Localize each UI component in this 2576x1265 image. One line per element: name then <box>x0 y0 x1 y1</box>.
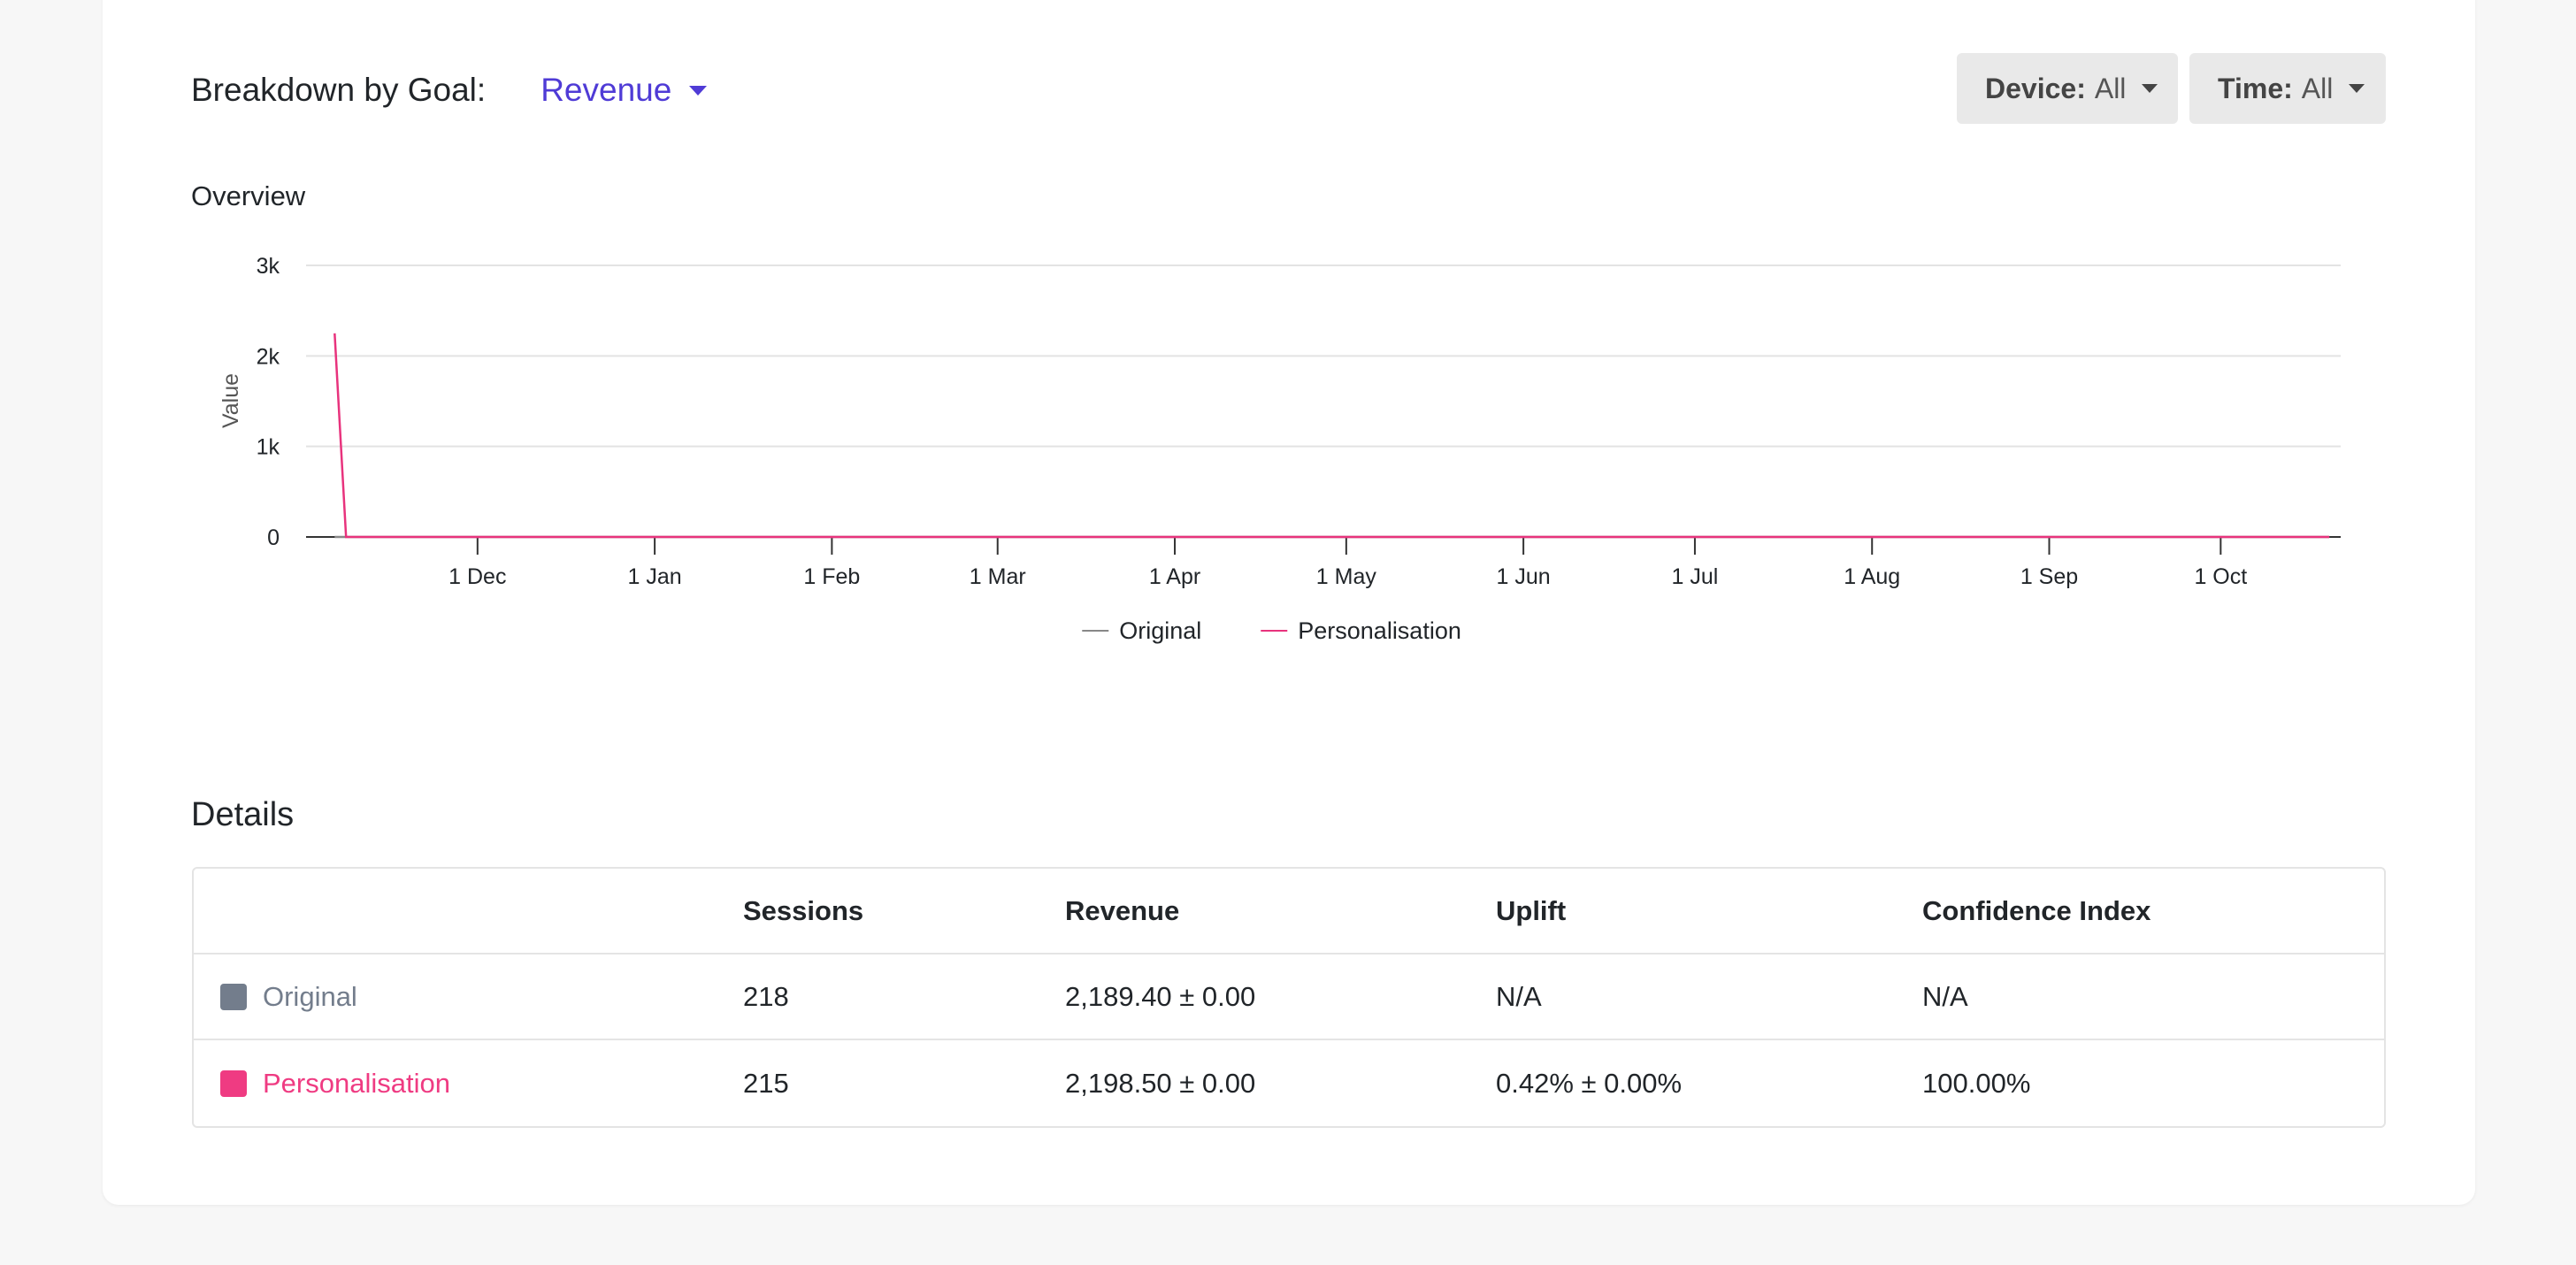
sessions-cell: 218 <box>743 980 789 1012</box>
chevron-down-icon <box>2349 84 2365 93</box>
variant-name: Personalisation <box>263 1067 450 1099</box>
table-header-row: Sessions Revenue Uplift Confidence Index <box>194 869 2384 954</box>
time-filter-button[interactable]: Time: All <box>2189 53 2386 124</box>
device-filter-button[interactable]: Device: All <box>1957 53 2178 124</box>
y-tick-label: 2k <box>257 344 280 369</box>
overview-line-chart: 0 1k 2k 3k Value 1 Dec 1 Jan 1 Feb 1 Mar 1 Apr 1 M… <box>218 254 2341 644</box>
variant-color-swatch <box>220 1070 247 1097</box>
column-header-revenue[interactable]: Revenue <box>1065 869 1179 953</box>
goal-dropdown[interactable]: Revenue <box>540 72 708 109</box>
column-header-sessions[interactable]: Sessions <box>743 869 863 953</box>
x-tick-label: 1 Apr <box>1149 564 1200 589</box>
y-axis-label: Value <box>218 373 243 428</box>
y-tick-label: 1k <box>257 435 280 460</box>
details-table: Sessions Revenue Uplift Confidence Index… <box>192 867 2386 1128</box>
x-tick-label: 1 Sep <box>2020 564 2078 589</box>
goal-label: Breakdown by Goal: <box>191 72 487 108</box>
details-title: Details <box>191 796 295 833</box>
chart-series <box>334 333 2330 539</box>
chevron-down-icon <box>2142 84 2158 93</box>
y-tick-label: 0 <box>267 525 280 550</box>
x-tick-label: 1 Oct <box>2194 564 2247 589</box>
table-row: Original 218 2,189.40 ± 0.00 N/A N/A <box>194 954 2384 1040</box>
y-tick-label: 3k <box>257 254 280 279</box>
legend-label-personalisation: Personalisation <box>1298 617 1461 644</box>
device-filter-key: Device: <box>1985 72 2086 104</box>
chevron-down-icon <box>689 85 708 96</box>
chart-grid <box>306 264 2341 538</box>
x-tick-label: 1 Aug <box>1844 564 1900 589</box>
variant-cell: Original <box>220 954 357 1039</box>
column-header-confidence[interactable]: Confidence Index <box>1922 869 2150 953</box>
x-tick-label: 1 Feb <box>803 564 860 589</box>
series-line-personalisation <box>334 333 2330 539</box>
column-header-uplift[interactable]: Uplift <box>1496 869 1566 953</box>
table-row: Personalisation 215 2,198.50 ± 0.00 0.42… <box>194 1040 2384 1126</box>
revenue-cell: 2,198.50 ± 0.00 <box>1065 1067 1256 1099</box>
variant-name: Original <box>263 980 357 1012</box>
time-filter-value: All <box>2301 72 2334 104</box>
uplift-cell: N/A <box>1496 980 1542 1012</box>
confidence-cell: 100.00% <box>1922 1067 2031 1099</box>
revenue-cell: 2,189.40 ± 0.00 <box>1065 980 1256 1012</box>
variant-cell: Personalisation <box>220 1040 450 1126</box>
x-tick-label: 1 Jan <box>628 564 682 589</box>
x-tick-label: 1 Mar <box>970 564 1026 589</box>
overview-title: Overview <box>191 180 306 211</box>
x-tick-label: 1 Dec <box>448 564 506 589</box>
x-tick-label: 1 Jul <box>1672 564 1719 589</box>
device-filter-value: All <box>2094 72 2127 104</box>
confidence-cell: N/A <box>1922 980 1968 1012</box>
chart-axes: 0 1k 2k 3k Value 1 Dec 1 Jan 1 Feb 1 Mar 1 Apr 1 M… <box>218 254 2247 589</box>
legend-label-original: Original <box>1119 617 1201 644</box>
time-filter-key: Time: <box>2218 72 2293 104</box>
goal-dropdown-value: Revenue <box>540 72 672 108</box>
chart-legend: Original Personalisation <box>1082 617 1461 644</box>
uplift-cell: 0.42% ± 0.00% <box>1496 1067 1683 1099</box>
goal-selector-row: Breakdown by Goal: Revenue <box>191 64 708 117</box>
x-tick-label: 1 May <box>1316 564 1377 589</box>
sessions-cell: 215 <box>743 1067 789 1099</box>
variant-color-swatch <box>220 983 247 1010</box>
x-tick-label: 1 Jun <box>1497 564 1551 589</box>
